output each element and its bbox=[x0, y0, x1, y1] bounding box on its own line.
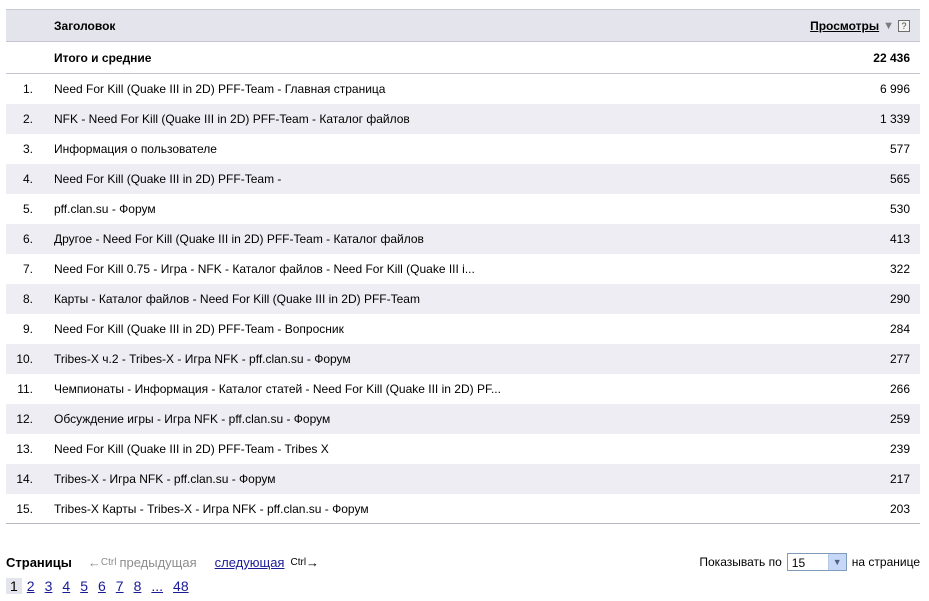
pager-bar: Страницы ← Ctrl предыдущая следующая Ctr… bbox=[6, 551, 920, 573]
page-link[interactable]: 2 bbox=[22, 578, 40, 594]
row-title[interactable]: Need For Kill (Quake III in 2D) PFF-Team… bbox=[54, 82, 385, 96]
per-page-control: Показывать по 15 ▼ на странице bbox=[699, 551, 920, 573]
row-title[interactable]: Информация о пользователе bbox=[54, 142, 217, 156]
row-number: 4. bbox=[22, 172, 33, 186]
pages-label: Страницы bbox=[6, 554, 72, 570]
next-page-link[interactable]: следующая bbox=[215, 555, 285, 570]
page-link[interactable]: 4 bbox=[57, 578, 75, 594]
table-row: 11. Чемпионаты - Информация - Каталог ста… bbox=[6, 374, 920, 404]
row-number: 9. bbox=[22, 322, 33, 336]
row-title[interactable]: NFK - Need For Kill (Quake III in 2D) PF… bbox=[54, 112, 410, 126]
page-link[interactable]: 8 bbox=[129, 578, 147, 594]
row-views-value: 239 bbox=[889, 442, 910, 456]
table-bottom-divider bbox=[6, 523, 920, 524]
next-ctrl-hint: Ctrl bbox=[290, 556, 307, 568]
row-title[interactable]: Другое - Need For Kill (Quake III in 2D)… bbox=[54, 232, 424, 246]
row-views-value: 284 bbox=[889, 322, 910, 336]
table-row: 6. Другое - Need For Kill (Quake III in 2… bbox=[6, 224, 920, 254]
row-number: 10. bbox=[16, 352, 33, 366]
page-link[interactable]: 5 bbox=[75, 578, 93, 594]
table-row: 10. Tribes-X ч.2 - Tribes-X - Игра NFK - … bbox=[6, 344, 920, 374]
table-row: 13. Need For Kill (Quake III in 2D) PFF-T… bbox=[6, 434, 920, 464]
row-title[interactable]: Карты - Каталог файлов - Need For Kill (… bbox=[54, 292, 420, 306]
table-row: 8. Карты - Каталог файлов - Need For Kill… bbox=[6, 284, 920, 314]
row-views-value: 217 bbox=[889, 472, 910, 486]
per-page-label: Показывать по bbox=[699, 555, 782, 569]
row-number: 7. bbox=[22, 262, 33, 276]
table-header: Заголовок Просмотры ▼ ? bbox=[6, 10, 920, 42]
row-views-value: 565 bbox=[889, 172, 910, 186]
row-number: 12. bbox=[16, 412, 33, 426]
table-row: 7. Need For Kill 0.75 - Игра - NFK - Ката… bbox=[6, 254, 920, 284]
prev-arrow-icon: ← bbox=[87, 554, 101, 570]
row-number: 6. bbox=[22, 232, 33, 246]
row-number: 15. bbox=[16, 502, 33, 516]
total-label: Итого и средние bbox=[54, 50, 152, 65]
table-row: 2. NFK - Need For Kill (Quake III in 2D) … bbox=[6, 104, 920, 134]
row-title[interactable]: Обсуждение игры - Игра NFK - pff.clan.su… bbox=[54, 412, 330, 426]
row-views-value: 290 bbox=[889, 292, 910, 306]
row-views-value: 259 bbox=[889, 412, 910, 426]
table-row: 1. Need For Kill (Quake III in 2D) PFF-Te… bbox=[6, 74, 920, 104]
row-number: 13. bbox=[16, 442, 33, 456]
per-page-value: 15 bbox=[791, 556, 806, 570]
row-views-value: 1 339 bbox=[879, 112, 910, 126]
row-views-value: 322 bbox=[889, 262, 910, 276]
page-link[interactable]: 6 bbox=[93, 578, 111, 594]
row-number: 14. bbox=[16, 472, 33, 486]
table-row: 4. Need For Kill (Quake III in 2D) PFF-Te… bbox=[6, 164, 920, 194]
per-page-suffix: на странице bbox=[851, 555, 920, 569]
row-title[interactable]: Need For Kill (Quake III in 2D) PFF-Team… bbox=[54, 322, 344, 336]
row-views-value: 266 bbox=[889, 382, 910, 396]
row-title[interactable]: Tribes-X ч.2 - Tribes-X - Игра NFK - pff… bbox=[54, 352, 351, 366]
row-views-value: 577 bbox=[889, 142, 910, 156]
help-icon[interactable]: ? bbox=[898, 19, 910, 32]
prev-ctrl-hint: Ctrl bbox=[100, 556, 117, 568]
table-row: 15. Tribes-X Карты - Tribes-X - Игра NFK … bbox=[6, 494, 920, 524]
page-link[interactable]: 48 bbox=[168, 578, 194, 594]
page-link[interactable]: 3 bbox=[40, 578, 58, 594]
row-number: 1. bbox=[22, 82, 33, 96]
stats-table: Заголовок Просмотры ▼ ? Итого и средние … bbox=[6, 9, 920, 524]
sort-desc-icon[interactable]: ▼ bbox=[883, 20, 894, 32]
page-link[interactable]: ... bbox=[146, 578, 168, 594]
table-row: 3. Информация о пользователе 577 bbox=[6, 134, 920, 164]
column-header-views: Просмотры ▼ ? bbox=[810, 19, 910, 33]
row-number: 2. bbox=[22, 112, 33, 126]
table-body: 1. Need For Kill (Quake III in 2D) PFF-Te… bbox=[6, 74, 920, 524]
row-views-value: 413 bbox=[889, 232, 910, 246]
row-title[interactable]: Need For Kill (Quake III in 2D) PFF-Team… bbox=[54, 442, 329, 456]
total-value: 22 436 bbox=[873, 50, 910, 65]
dropdown-chevron-icon[interactable]: ▼ bbox=[827, 554, 846, 570]
per-page-select[interactable]: 15 ▼ bbox=[786, 553, 847, 571]
sort-by-views-link[interactable]: Просмотры bbox=[810, 19, 879, 33]
row-views-value: 6 996 bbox=[879, 82, 910, 96]
prev-page-link: предыдущая bbox=[119, 554, 197, 570]
row-views-value: 203 bbox=[889, 502, 910, 516]
page-links: 1 2 3 4 5 6 7 8... 48 bbox=[6, 576, 194, 596]
table-row: 12. Обсуждение игры - Игра NFK - pff.clan… bbox=[6, 404, 920, 434]
row-title[interactable]: Tribes-X Карты - Tribes-X - Игра NFK - p… bbox=[54, 502, 369, 516]
row-views-value: 277 bbox=[889, 352, 910, 366]
row-title[interactable]: Tribes-X - Игра NFK - pff.clan.su - Фору… bbox=[54, 472, 276, 486]
row-number: 3. bbox=[22, 142, 33, 156]
row-title[interactable]: Need For Kill (Quake III in 2D) PFF-Team… bbox=[54, 172, 281, 186]
row-title[interactable]: Need For Kill 0.75 - Игра - NFK - Катало… bbox=[54, 262, 475, 276]
table-row: 14. Tribes-X - Игра NFK - pff.clan.su - Ф… bbox=[6, 464, 920, 494]
table-row: 5. pff.clan.su - Форум 530 bbox=[6, 194, 920, 224]
row-number: 11. bbox=[17, 382, 33, 396]
row-number: 8. bbox=[22, 292, 33, 306]
column-header-title: Заголовок bbox=[54, 18, 116, 33]
row-number: 5. bbox=[22, 202, 33, 216]
row-title[interactable]: pff.clan.su - Форум bbox=[54, 202, 156, 216]
table-row: 9. Need For Kill (Quake III in 2D) PFF-Te… bbox=[6, 314, 920, 344]
page-link[interactable]: 7 bbox=[111, 578, 129, 594]
total-row: Итого и средние 22 436 bbox=[6, 42, 920, 74]
row-views-value: 530 bbox=[889, 202, 910, 216]
next-arrow-icon: → bbox=[306, 554, 320, 570]
current-page: 1 bbox=[6, 578, 22, 594]
row-title[interactable]: Чемпионаты - Информация - Каталог статей… bbox=[54, 382, 501, 396]
